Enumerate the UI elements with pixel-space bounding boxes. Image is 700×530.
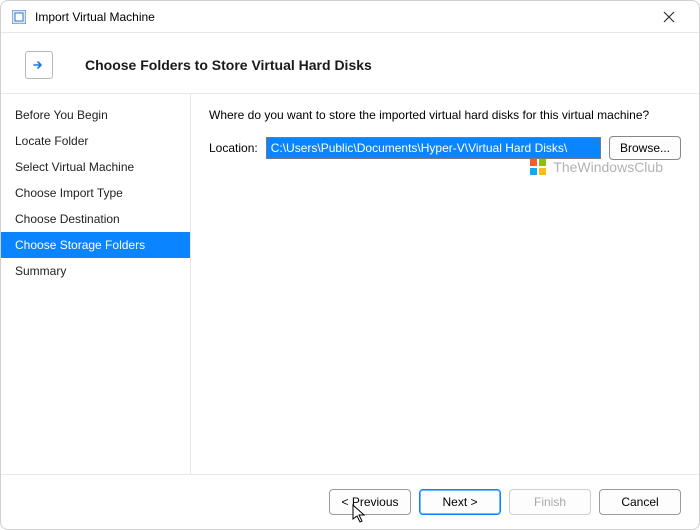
previous-button[interactable]: < Previous	[329, 489, 411, 515]
import-vm-wizard: Import Virtual Machine Choose Folders to…	[0, 0, 700, 530]
sidebar-step-locate[interactable]: Locate Folder	[1, 128, 190, 154]
page-title: Choose Folders to Store Virtual Hard Dis…	[85, 57, 372, 73]
window-title: Import Virtual Machine	[35, 10, 649, 24]
prompt-text: Where do you want to store the imported …	[209, 108, 681, 122]
location-input[interactable]	[266, 137, 601, 159]
sidebar-step-storage[interactable]: Choose Storage Folders	[1, 232, 190, 258]
close-icon	[663, 11, 675, 23]
wizard-body: Before You BeginLocate FolderSelect Virt…	[1, 94, 699, 474]
sidebar-step-summary[interactable]: Summary	[1, 258, 190, 284]
sidebar-step-import-type[interactable]: Choose Import Type	[1, 180, 190, 206]
arrow-icon	[31, 57, 47, 73]
sidebar-step-destination[interactable]: Choose Destination	[1, 206, 190, 232]
watermark: TheWindowsClub	[529, 158, 663, 176]
wizard-footer: < Previous Next > Finish Cancel	[1, 474, 699, 529]
watermark-logo-icon	[529, 158, 547, 176]
close-button[interactable]	[649, 3, 689, 31]
titlebar: Import Virtual Machine	[1, 1, 699, 33]
next-button[interactable]: Next >	[419, 489, 501, 515]
finish-button: Finish	[509, 489, 591, 515]
wizard-content: Where do you want to store the imported …	[191, 94, 699, 474]
sidebar-step-before[interactable]: Before You Begin	[1, 102, 190, 128]
wizard-header: Choose Folders to Store Virtual Hard Dis…	[1, 33, 699, 94]
location-row: Location: Browse...	[209, 136, 681, 160]
app-icon	[11, 9, 27, 25]
watermark-text: TheWindowsClub	[553, 159, 663, 175]
wizard-header-icon	[25, 51, 53, 79]
browse-button[interactable]: Browse...	[609, 136, 681, 160]
location-label: Location:	[209, 141, 258, 155]
sidebar-step-select-vm[interactable]: Select Virtual Machine	[1, 154, 190, 180]
wizard-steps-sidebar: Before You BeginLocate FolderSelect Virt…	[1, 94, 191, 474]
cancel-button[interactable]: Cancel	[599, 489, 681, 515]
